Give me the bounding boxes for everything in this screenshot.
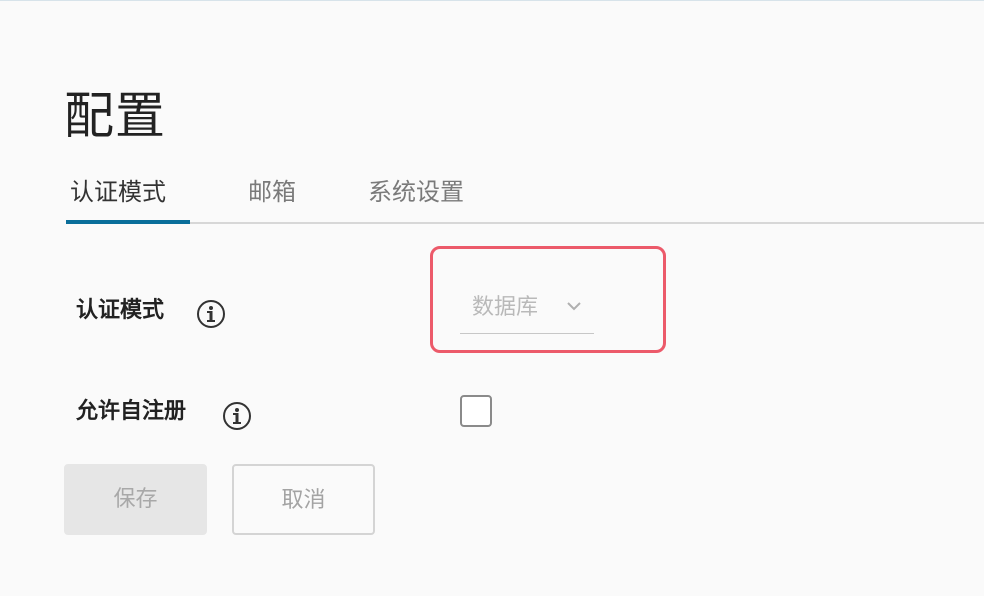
tab-bar: 认证模式 邮箱 系统设置 [66, 168, 984, 224]
auth-mode-label: 认证模式 [76, 298, 165, 323]
info-icon[interactable] [222, 401, 252, 431]
tab-system-settings-label: 系统设置 [368, 178, 464, 206]
chevron-down-icon [567, 302, 581, 311]
tab-mailbox[interactable]: 邮箱 [248, 168, 308, 224]
auth-mode-select[interactable]: 数据库 [460, 290, 594, 334]
top-divider [0, 0, 984, 1]
auth-mode-selected-value: 数据库 [472, 295, 539, 320]
self-register-checkbox[interactable] [460, 395, 492, 427]
cancel-button[interactable]: 取消 [232, 464, 375, 535]
tab-bar-divider [66, 222, 984, 224]
active-tab-indicator [66, 220, 190, 224]
tab-system-settings[interactable]: 系统设置 [368, 168, 484, 224]
save-button[interactable]: 保存 [64, 464, 207, 535]
tab-auth-mode-label: 认证模式 [70, 178, 166, 206]
page-title: 配置 [64, 87, 166, 145]
self-register-label: 允许自注册 [76, 399, 187, 424]
tab-mailbox-label: 邮箱 [248, 178, 296, 206]
tab-auth-mode[interactable]: 认证模式 [66, 168, 194, 224]
info-icon[interactable] [196, 299, 226, 329]
